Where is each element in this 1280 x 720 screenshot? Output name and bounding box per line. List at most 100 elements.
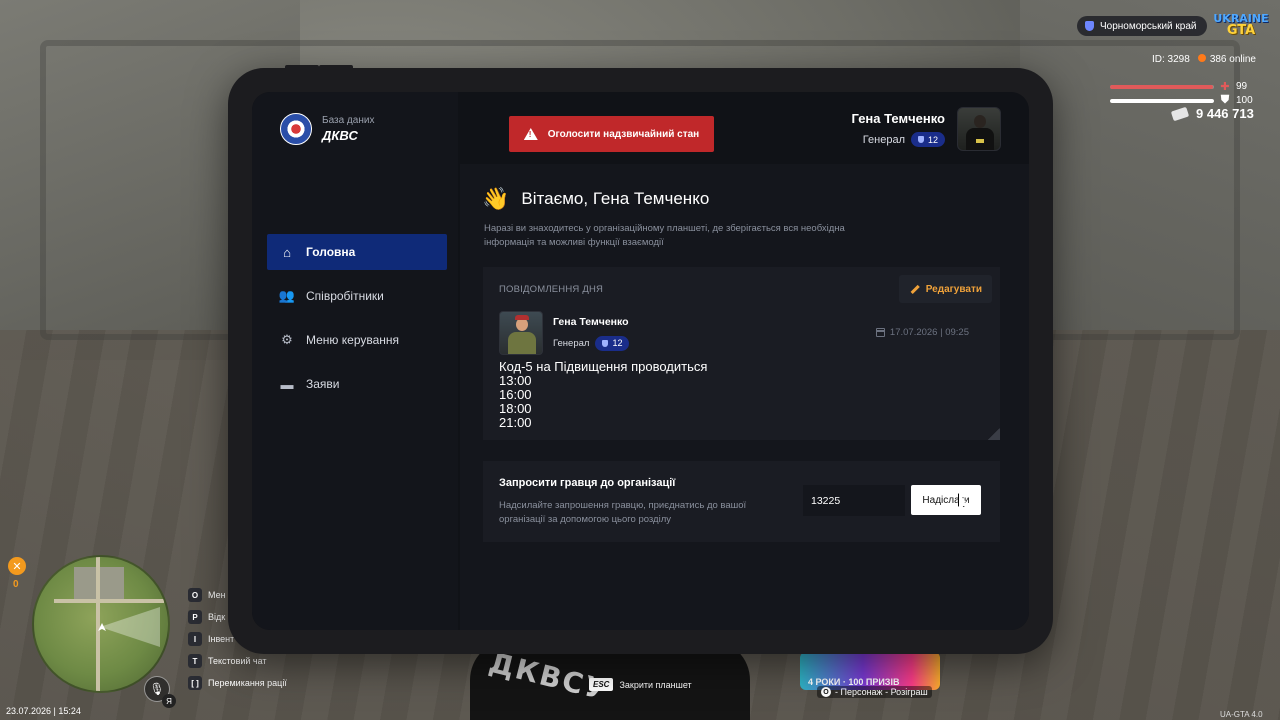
- hunger-icon: ✕: [8, 557, 26, 575]
- current-user-rank: Генерал: [862, 133, 905, 146]
- rank-level-badge: 12: [910, 132, 945, 147]
- keybind-row: T Текстовий чат: [188, 654, 287, 668]
- motd-author-rank: Генерал: [553, 337, 590, 349]
- organization-emblem-icon: [280, 113, 312, 145]
- waving-hand-icon: 👋: [482, 186, 510, 211]
- edit-button-label: Редагувати: [925, 283, 982, 295]
- close-tablet-hint[interactable]: ESC Закрити планшет: [589, 678, 692, 691]
- minimap-road: [54, 599, 164, 603]
- keybind-key: T: [188, 654, 202, 668]
- gear-icon: ⚙: [281, 332, 293, 347]
- game-datetime: 23.07.2026 | 15:24: [6, 706, 81, 716]
- users-icon: 👥: [278, 288, 296, 303]
- sidebar-nav: ⌂ Головна 👥 Співробітники ⚙ Меню керуван…: [267, 234, 447, 410]
- region-badge: Чорноморський край: [1077, 16, 1207, 36]
- sidebar-item-management[interactable]: ⚙ Меню керування: [267, 322, 447, 358]
- invite-title: Запросити гравця до організації: [499, 477, 676, 489]
- server-logo-line2: GTA: [1226, 23, 1256, 38]
- health-cross-icon: ✚: [1220, 81, 1230, 93]
- warning-icon: [523, 128, 538, 140]
- keybind-key: P: [188, 610, 202, 624]
- brand-name: ДКВС: [322, 128, 358, 143]
- health-value: 99: [1236, 81, 1248, 92]
- player-id-input[interactable]: [803, 485, 905, 516]
- promo-banner[interactable]: 4 РОКИ · 100 ПРИЗІВ: [800, 652, 940, 690]
- rank-shield-icon: [917, 136, 924, 143]
- motd-author: Гена Темченко Генерал 12: [499, 311, 630, 355]
- health-bar-fill: [1110, 84, 1213, 89]
- player-id: ID: 3298: [1152, 54, 1190, 65]
- promo-hint: O - Персонаж - Розіграш: [817, 686, 932, 698]
- health-row: ✚ 99: [1110, 80, 1247, 93]
- minimap: [32, 555, 170, 693]
- pencil-icon: [909, 284, 919, 294]
- tablet-screen: База даних ДКВС ⌂ Головна 👥 Співробітник…: [252, 92, 1029, 630]
- brand-subtitle: База даних: [322, 115, 375, 126]
- sidebar: База даних ДКВС ⌂ Головна 👥 Співробітник…: [252, 92, 458, 630]
- armor-bar: [1110, 98, 1214, 103]
- money-display: 9 446 713: [1170, 106, 1254, 121]
- sidebar-item-label: Співробітники: [306, 289, 384, 303]
- online-count: 386 online: [1197, 54, 1256, 65]
- page-title: Вітаємо, Гена Темченко: [521, 189, 710, 208]
- sidebar-item-home[interactable]: ⌂ Головна: [267, 234, 447, 270]
- motd-date: 17.07.2026 | 09:25: [875, 327, 969, 338]
- minimap-view-cone: [100, 607, 160, 647]
- motd-body: Код-5 на Підвищення проводиться 13:00 16…: [499, 360, 707, 430]
- minimap-road: [96, 557, 100, 691]
- money-value: 9 446 713: [1196, 106, 1254, 121]
- keybind-key: O: [188, 588, 202, 602]
- motd-author-text: Гена Темченко Генерал 12: [553, 315, 630, 351]
- motd-line: 13:00: [499, 373, 532, 388]
- close-tablet-label: Закрити планшет: [619, 679, 692, 690]
- rank-level: 12: [927, 134, 938, 145]
- sidebar-item-label: Заяви: [306, 377, 340, 391]
- promo-key: O: [821, 687, 831, 697]
- brand: База даних ДКВС: [280, 113, 374, 145]
- tablet-side-button: [285, 65, 319, 69]
- brand-text: База даних ДКВС: [322, 115, 374, 143]
- calendar-icon: [875, 328, 885, 337]
- motd-line: 18:00: [499, 401, 532, 416]
- health-bar: [1110, 84, 1214, 89]
- region-shield-icon: [1085, 21, 1094, 31]
- rank-level: 12: [612, 338, 623, 348]
- tablet-side-button: [319, 65, 353, 69]
- motd-date-text: 17.07.2026 | 09:25: [889, 327, 969, 338]
- player-info: ID: 3298 386 online: [1152, 54, 1256, 65]
- emergency-alert-button[interactable]: Оголосити надзвичайний стан: [509, 116, 714, 152]
- avatar: [957, 107, 1001, 151]
- keybind-label: Текстовий чат: [208, 656, 267, 666]
- invite-player-panel: Запросити гравця до організації Надсилай…: [483, 461, 1000, 542]
- sidebar-item-applications[interactable]: ▬ Заяви: [267, 366, 447, 402]
- edit-button[interactable]: Редагувати: [898, 275, 992, 303]
- home-icon: ⌂: [283, 244, 291, 260]
- motd-author-name: Гена Темченко: [553, 315, 629, 328]
- keybind-label: Інвент: [208, 634, 235, 644]
- resize-handle[interactable]: [988, 428, 1000, 440]
- keybind-key: [ ]: [188, 676, 202, 690]
- motd-line: Код-5 на Підвищення проводиться: [499, 359, 708, 374]
- keybind-key: I: [188, 632, 202, 646]
- armor-bar-fill: [1110, 98, 1214, 103]
- current-user-text: Гена Темченко Генерал 12: [851, 111, 945, 147]
- motd-label: ПОВІДОМЛЕННЯ ДНЯ: [499, 284, 604, 295]
- current-user-name: Гена Темченко: [851, 111, 945, 126]
- rank-shield-icon: [602, 339, 609, 347]
- send-invite-button[interactable]: Надіслати: [911, 485, 981, 515]
- keybind-label: Мен: [208, 590, 226, 600]
- sidebar-item-label: Меню керування: [306, 333, 400, 347]
- game-version: UA-GTA 4.0: [1220, 710, 1263, 719]
- motd-line: 21:00: [499, 415, 532, 430]
- keybind-row: [ ] Перемикання рації: [188, 676, 287, 690]
- online-dot-icon: [1197, 54, 1206, 62]
- keybind-label: Відк: [208, 612, 226, 622]
- cash-icon: [1170, 106, 1190, 121]
- message-of-the-day: ПОВІДОМЛЕННЯ ДНЯ Редагувати Гена Темченк…: [483, 267, 1000, 440]
- sidebar-item-employees[interactable]: 👥 Співробітники: [267, 278, 447, 314]
- rank-level-badge: 12: [595, 335, 630, 351]
- invite-description: Надсилайте запрошення гравцю, приєднатис…: [499, 500, 747, 525]
- folder-icon: ▬: [280, 376, 294, 392]
- promo-label: - Персонаж - Розіграш: [835, 687, 928, 697]
- main-content: 👋 Вітаємо, Гена Темченко Наразі ви знахо…: [460, 164, 1029, 630]
